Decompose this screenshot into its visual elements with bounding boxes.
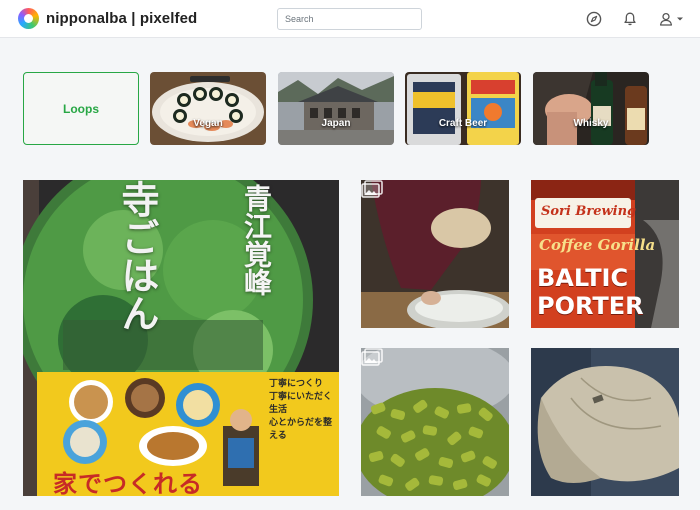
category-craft-beer[interactable]: Craft Beer xyxy=(405,72,521,145)
category-label: Whisky xyxy=(573,118,609,129)
compass-icon[interactable] xyxy=(584,9,604,29)
japan-thumbnail xyxy=(278,72,394,145)
post-cap-photo[interactable] xyxy=(531,348,679,496)
hop-pellets-image xyxy=(361,348,509,496)
book-cover-image xyxy=(23,180,339,496)
album-icon xyxy=(361,180,383,198)
category-japan[interactable]: Japan xyxy=(278,72,394,145)
beer-style: BALTIC PORTER xyxy=(537,264,644,320)
whisky-thumbnail xyxy=(533,72,649,145)
category-whisky[interactable]: Whisky xyxy=(533,72,649,145)
brand-link[interactable]: nipponalba | pixelfed xyxy=(18,8,197,29)
brand-title: nipponalba | pixelfed xyxy=(46,10,198,27)
navbar: nipponalba | pixelfed xyxy=(0,0,700,38)
vegan-thumbnail xyxy=(150,72,266,145)
washing-image xyxy=(361,180,509,328)
category-loops[interactable]: Loops xyxy=(23,72,139,145)
post-hops-photo[interactable] xyxy=(361,348,509,496)
post-washing-photo[interactable] xyxy=(361,180,509,328)
book-band-lines: 丁寧につくり 丁寧にいただく生活 心とからだを整える xyxy=(269,378,335,443)
post-beer-can-photo[interactable]: Sori Brewing Coffee Gorilla BALTIC PORTE… xyxy=(531,180,679,328)
category-label: Japan xyxy=(321,118,351,129)
beer-name: Coffee Gorilla xyxy=(539,236,656,254)
bell-icon[interactable] xyxy=(620,9,640,29)
book-title-vertical: 寺ごはん xyxy=(115,180,159,332)
beer-brand: Sori Brewing xyxy=(541,204,637,219)
cap-image xyxy=(531,348,679,496)
pixelfed-logo-icon xyxy=(18,8,39,29)
album-icon xyxy=(361,348,383,366)
band-line: 丁寧にいただく生活 xyxy=(269,392,333,415)
post-book-photo[interactable]: 寺ごはん 青江覚峰 丁寧につくり 丁寧にいただく生活 心とからだを整える 家でつ… xyxy=(23,180,339,496)
band-line: 心とからだを整える xyxy=(269,418,333,441)
search-input[interactable] xyxy=(277,8,422,30)
band-line: 丁寧につくり xyxy=(269,379,324,389)
beer-style-line: PORTER xyxy=(537,292,644,320)
category-label: Vegan xyxy=(193,118,223,129)
book-subtitle: 家でつくれる xyxy=(53,470,203,496)
category-vegan[interactable]: Vegan xyxy=(150,72,266,145)
book-author-vertical: 青江覚峰 xyxy=(240,184,273,296)
user-icon[interactable] xyxy=(656,9,676,29)
beer-style-line: BALTIC xyxy=(537,264,629,292)
craft-beer-thumbnail xyxy=(405,72,521,145)
category-label: Loops xyxy=(63,101,99,116)
caret-down-icon[interactable] xyxy=(674,9,686,29)
category-label: Craft Beer xyxy=(438,118,488,129)
